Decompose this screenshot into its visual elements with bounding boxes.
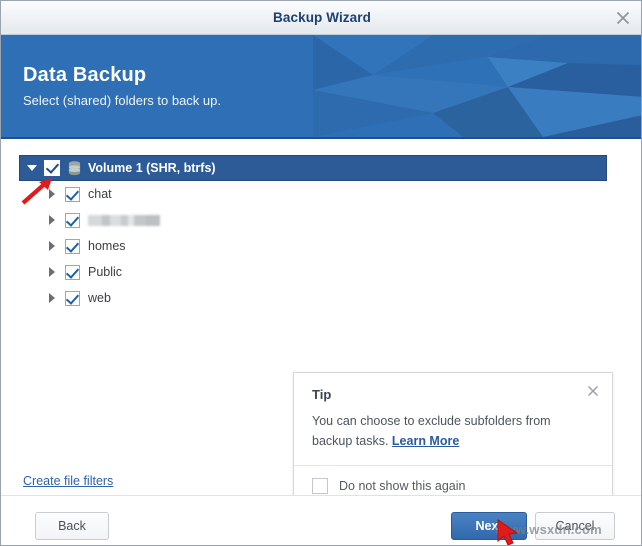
tree-row-label: chat [88,187,112,201]
tip-close-icon[interactable] [586,384,600,398]
cancel-button[interactable]: Cancel [535,512,615,540]
chevron-right-icon[interactable] [49,189,55,199]
tip-text: You can choose to exclude subfolders fro… [312,411,570,451]
folder-checkbox[interactable] [65,290,80,306]
tree-row-label: Public [88,265,123,279]
tree-row-label: homes [88,239,126,253]
page-banner: Data Backup Select (shared) folders to b… [1,35,641,137]
footer-bar: Back Next Cancel [1,495,641,545]
tree-row-web[interactable]: web [19,285,607,311]
close-icon[interactable] [613,9,633,27]
page-subtitle: Select (shared) folders to back up. [23,93,221,108]
create-file-filters-link[interactable]: Create file filters [23,474,113,488]
folder-checkbox[interactable] [65,264,80,280]
back-button[interactable]: Back [35,512,109,540]
next-button[interactable]: Next [451,512,527,540]
tree-row-public[interactable]: Public [19,259,607,285]
title-bar: Backup Wizard [1,1,641,35]
folder-checkbox[interactable] [65,212,80,228]
learn-more-link[interactable]: Learn More [392,434,459,448]
tip-popup: Tip You can choose to exclude subfolders… [293,372,613,507]
chevron-right-icon[interactable] [49,241,55,251]
tree-row-homes[interactable]: homes [19,233,607,259]
page-title: Data Backup [23,64,147,86]
chevron-right-icon[interactable] [49,293,55,303]
folder-checkbox[interactable] [65,186,80,202]
tip-body: Tip You can choose to exclude subfolders… [294,373,612,465]
tree-row-label: web [88,291,111,305]
banner-decoration [313,35,641,137]
folder-tree: Volume 1 (SHR, btrfs) chat homes Public … [19,155,607,311]
do-not-show-label: Do not show this again [339,479,466,493]
backup-wizard-window: Backup Wizard Data Backup Select (shared… [0,0,642,546]
volume-icon [68,160,81,176]
chevron-right-icon[interactable] [49,267,55,277]
tip-title: Tip [312,387,332,402]
tree-row-chat[interactable]: chat [19,181,607,207]
tree-row-label-redacted [88,214,160,226]
tree-row-redacted[interactable] [19,207,607,233]
tree-row-label: Volume 1 (SHR, btrfs) [88,161,216,175]
tree-row-volume[interactable]: Volume 1 (SHR, btrfs) [19,155,607,181]
chevron-down-icon[interactable] [27,165,37,171]
folder-checkbox[interactable] [65,238,80,254]
chevron-right-icon[interactable] [49,215,55,225]
window-title: Backup Wizard [273,10,371,25]
volume-checkbox[interactable] [44,160,60,176]
do-not-show-checkbox[interactable] [312,478,328,494]
